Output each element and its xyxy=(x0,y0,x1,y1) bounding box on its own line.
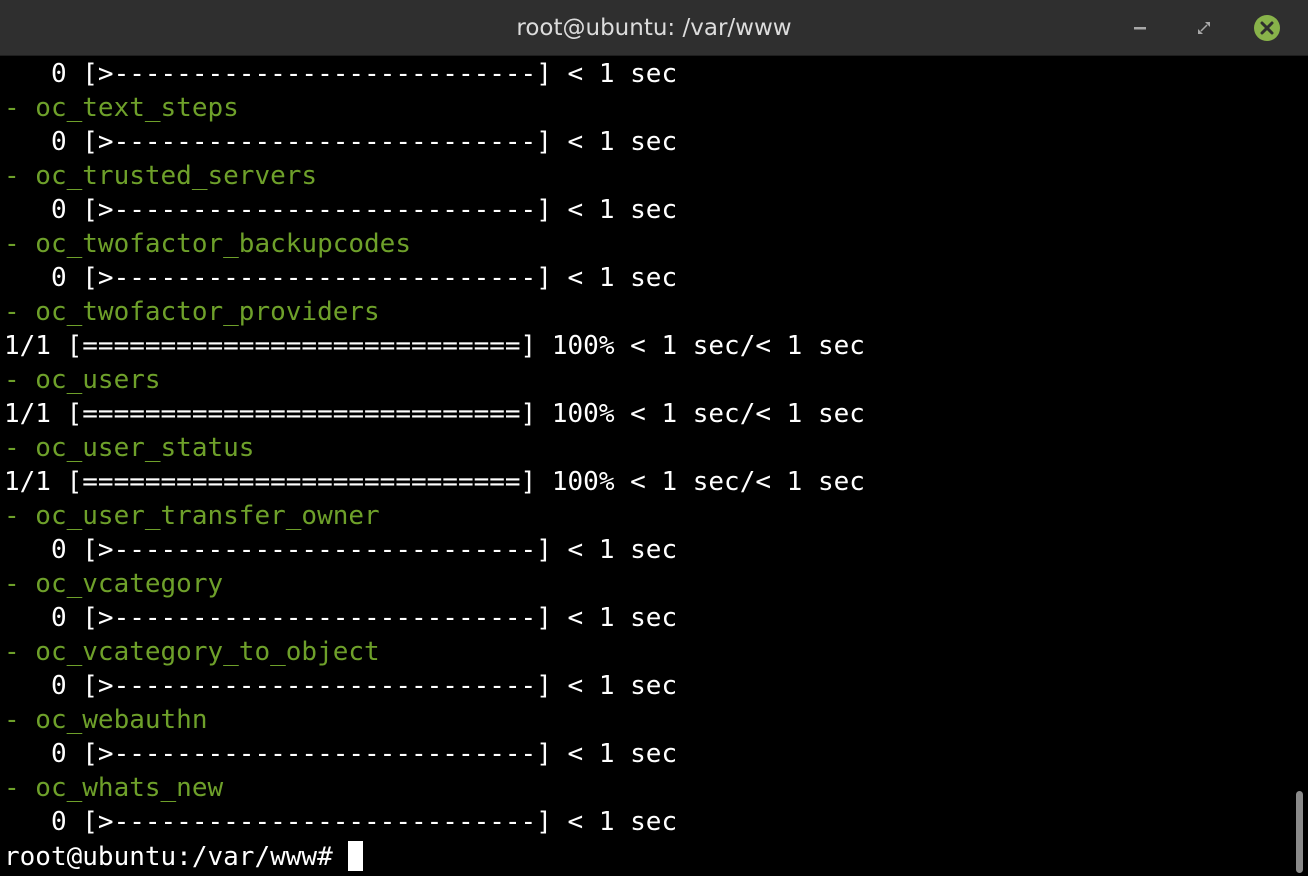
table-name-line: - oc_whats_new xyxy=(4,773,224,803)
table-name-line: - oc_webauthn xyxy=(4,705,208,735)
text-cursor xyxy=(348,841,364,871)
terminal-window: root@ubuntu: /var/www 0 [>--------------… xyxy=(0,0,1308,876)
scrollbar-thumb[interactable] xyxy=(1296,791,1303,873)
close-icon xyxy=(1254,15,1280,41)
table-name-line: - oc_vcategory xyxy=(4,569,224,599)
terminal-output[interactable]: 0 [>---------------------------] < 1 sec… xyxy=(0,56,1288,876)
minimize-icon xyxy=(1134,27,1146,30)
output-line: 0 [>---------------------------] < 1 sec xyxy=(4,739,678,769)
output-line: 0 [>---------------------------] < 1 sec xyxy=(4,195,678,225)
minimize-button[interactable] xyxy=(1126,14,1154,42)
table-name-line: - oc_text_steps xyxy=(4,93,239,123)
title-bar[interactable]: root@ubuntu: /var/www xyxy=(0,0,1308,56)
output-line: 0 [>---------------------------] < 1 sec xyxy=(4,127,678,157)
table-name-line: - oc_users xyxy=(4,365,161,395)
output-line: 1/1 [============================] 100% … xyxy=(4,399,865,429)
table-name-line: - oc_twofactor_providers xyxy=(4,297,380,327)
close-button[interactable] xyxy=(1253,14,1281,42)
table-name-line: - oc_twofactor_backupcodes xyxy=(4,229,411,259)
shell-prompt: root@ubuntu:/var/www# xyxy=(4,842,349,872)
output-line: 0 [>---------------------------] < 1 sec xyxy=(4,671,678,701)
table-name-line: - oc_trusted_servers xyxy=(4,161,318,191)
maximize-icon xyxy=(1198,22,1210,34)
output-line: 0 [>---------------------------] < 1 sec xyxy=(4,59,678,89)
output-line: 1/1 [============================] 100% … xyxy=(4,467,865,497)
output-line: 0 [>---------------------------] < 1 sec xyxy=(4,603,678,633)
maximize-button[interactable] xyxy=(1190,14,1218,42)
table-name-line: - oc_user_transfer_owner xyxy=(4,501,380,531)
prompt-line[interactable]: root@ubuntu:/var/www# xyxy=(4,840,364,874)
scrollbar[interactable] xyxy=(1288,56,1308,876)
output-line: 0 [>---------------------------] < 1 sec xyxy=(4,807,678,837)
table-name-line: - oc_user_status xyxy=(4,433,255,463)
output-line: 0 [>---------------------------] < 1 sec xyxy=(4,535,678,565)
output-line: 0 [>---------------------------] < 1 sec xyxy=(4,263,678,293)
output-line: 1/1 [============================] 100% … xyxy=(4,331,865,361)
table-name-line: - oc_vcategory_to_object xyxy=(4,637,380,667)
window-title: root@ubuntu: /var/www xyxy=(516,15,792,41)
